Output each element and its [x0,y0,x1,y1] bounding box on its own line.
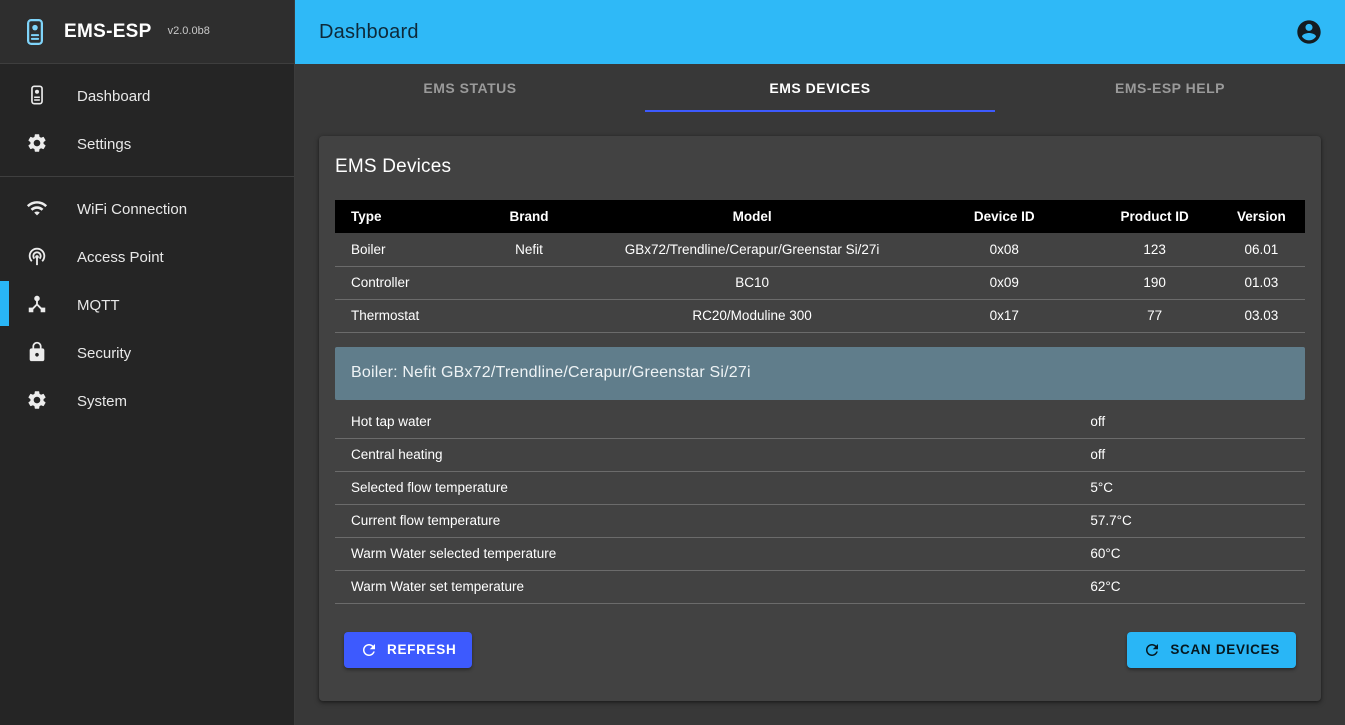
detail-row: Warm Water selected temperature 60°C [335,538,1305,571]
sidebar-item-label: Settings [77,136,131,153]
card-actions: REFRESH SCAN DEVICES [335,632,1305,668]
sidebar-item-label: System [77,393,127,410]
app-root: EMS-ESP v2.0.0b8 Dashboard Settings [0,0,1345,725]
tab-bar: EMS STATUS EMS DEVICES EMS-ESP HELP [295,64,1345,112]
device-details: Hot tap water off Central heating off Se… [335,406,1305,604]
sidebar-item-system[interactable]: System [0,377,294,425]
detail-label: Hot tap water [351,414,1090,429]
column-header-product-id: Product ID [1092,200,1218,233]
sidebar-item-label: WiFi Connection [77,201,187,218]
cell-type: Controller [335,266,471,299]
cell-version: 06.01 [1218,233,1305,266]
detail-label: Central heating [351,447,1090,462]
detail-label: Selected flow temperature [351,480,1090,495]
detail-value: 60°C [1090,546,1305,561]
scan-icon [1143,641,1161,659]
refresh-button[interactable]: REFRESH [344,632,472,668]
sidebar: EMS-ESP v2.0.0b8 Dashboard Settings [0,0,295,725]
cell-type: Thermostat [335,299,471,332]
table-row-thermostat[interactable]: Thermostat RC20/Moduline 300 0x17 77 03.… [335,299,1305,332]
sidebar-item-label: Security [77,345,131,362]
column-header-type: Type [335,200,471,233]
cell-product-id: 123 [1092,233,1218,266]
sidebar-item-label: MQTT [77,297,120,314]
sidebar-item-dashboard[interactable]: Dashboard [0,72,294,120]
sidebar-header: EMS-ESP v2.0.0b8 [0,0,294,64]
devices-table: Type Brand Model Device ID Product ID Ve… [335,200,1305,333]
cell-type: Boiler [335,233,471,266]
cell-brand [471,299,587,332]
sidebar-item-settings[interactable]: Settings [0,120,294,168]
cell-brand: Nefit [471,233,587,266]
tab-ems-devices[interactable]: EMS DEVICES [645,64,995,112]
account-circle-icon[interactable] [1295,18,1323,46]
sidebar-item-security[interactable]: Security [0,329,294,377]
sidebar-item-wifi-connection[interactable]: WiFi Connection [0,185,294,233]
content-area: EMS Devices Type Brand Model Device ID P… [295,112,1345,725]
system-gear-icon [26,389,50,413]
detail-label: Warm Water selected temperature [351,546,1090,561]
lock-icon [26,341,50,365]
appbar: Dashboard [295,0,1345,64]
cell-model: BC10 [587,266,917,299]
detail-row: Selected flow temperature 5°C [335,472,1305,505]
tab-ems-esp-help[interactable]: EMS-ESP HELP [995,64,1345,112]
cell-device-id: 0x09 [917,266,1092,299]
scan-devices-button-label: SCAN DEVICES [1170,642,1280,657]
column-header-model: Model [587,200,917,233]
app-version: v2.0.0b8 [168,25,210,37]
column-header-brand: Brand [471,200,587,233]
sidebar-edge-indicator [0,281,9,326]
detail-value: 62°C [1090,579,1305,594]
cell-device-id: 0x08 [917,233,1092,266]
detail-label: Warm Water set temperature [351,579,1090,594]
detail-row: Central heating off [335,439,1305,472]
column-header-device-id: Device ID [917,200,1092,233]
app-name: EMS-ESP [64,21,152,43]
sidebar-divider [0,176,294,177]
cell-device-id: 0x17 [917,299,1092,332]
sidebar-item-access-point[interactable]: Access Point [0,233,294,281]
table-row-boiler[interactable]: Boiler Nefit GBx72/Trendline/Cerapur/Gre… [335,233,1305,266]
page-title: Dashboard [319,21,419,44]
detail-value: off [1090,414,1305,429]
cell-product-id: 190 [1092,266,1218,299]
refresh-button-label: REFRESH [387,642,456,657]
tab-ems-status[interactable]: EMS STATUS [295,64,645,112]
card-title: EMS Devices [335,156,1305,178]
settings-icon [26,132,50,156]
detail-value: 57.7°C [1090,513,1305,528]
cell-model: GBx72/Trendline/Cerapur/Greenstar Si/27i [587,233,917,266]
app-logo-icon [20,17,50,47]
devices-table-header: Type Brand Model Device ID Product ID Ve… [335,200,1305,233]
detail-value: off [1090,447,1305,462]
cell-brand [471,266,587,299]
ems-devices-card: EMS Devices Type Brand Model Device ID P… [319,136,1321,701]
mqtt-icon [26,293,50,317]
refresh-icon [360,641,378,659]
sidebar-item-mqtt[interactable]: MQTT [0,281,294,329]
access-point-icon [26,245,50,269]
scan-devices-button[interactable]: SCAN DEVICES [1127,632,1296,668]
sidebar-nav: Dashboard Settings WiFi Connection Acc [0,64,294,425]
detail-row: Hot tap water off [335,406,1305,439]
detail-row: Current flow temperature 57.7°C [335,505,1305,538]
cell-product-id: 77 [1092,299,1218,332]
cell-version: 03.03 [1218,299,1305,332]
wifi-icon [26,197,50,221]
selected-device-header: Boiler: Nefit GBx72/Trendline/Cerapur/Gr… [335,347,1305,400]
sidebar-item-label: Access Point [77,249,164,266]
dashboard-icon [26,84,50,108]
table-row-controller[interactable]: Controller BC10 0x09 190 01.03 [335,266,1305,299]
detail-value: 5°C [1090,480,1305,495]
sidebar-item-label: Dashboard [77,88,150,105]
cell-version: 01.03 [1218,266,1305,299]
column-header-version: Version [1218,200,1305,233]
detail-label: Current flow temperature [351,513,1090,528]
detail-row: Warm Water set temperature 62°C [335,571,1305,604]
cell-model: RC20/Moduline 300 [587,299,917,332]
main-area: Dashboard EMS STATUS EMS DEVICES EMS-ESP… [295,0,1345,725]
